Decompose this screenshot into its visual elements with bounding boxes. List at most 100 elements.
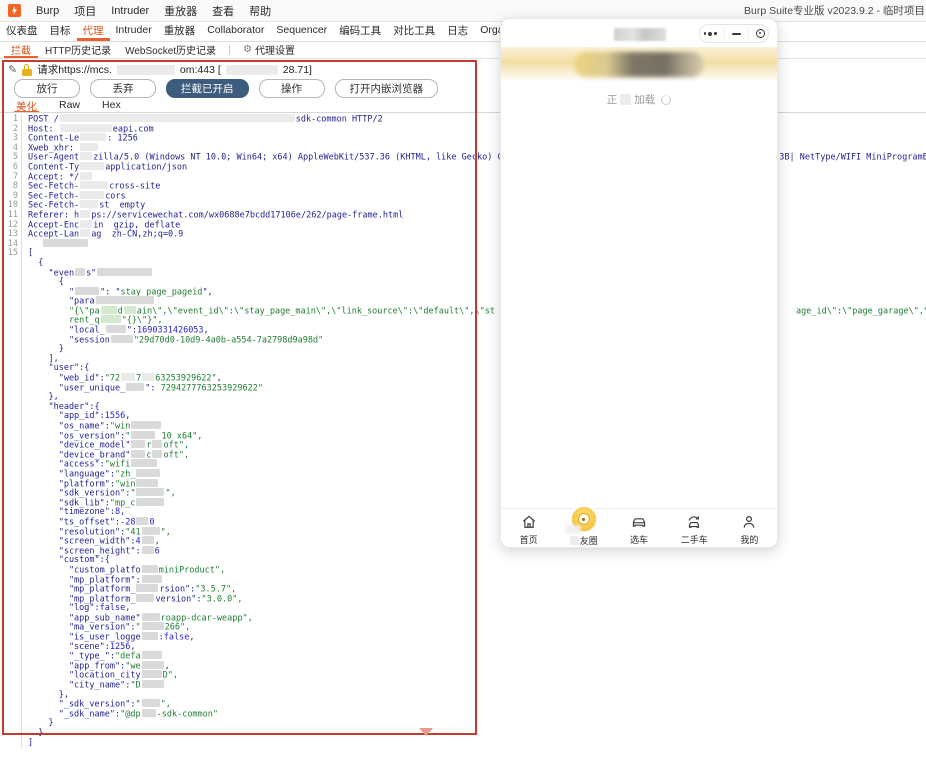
tab-hex[interactable]: Hex: [100, 99, 123, 113]
menu-project[interactable]: 项目: [74, 3, 96, 19]
code-segment: ,: [120, 507, 125, 517]
redaction: [142, 670, 162, 678]
redacted-title: [614, 28, 666, 41]
miniprogram-capsule: [699, 24, 769, 43]
code-segment: : 1256: [107, 134, 138, 144]
code-segment: "win: [110, 422, 130, 432]
redaction: [142, 373, 154, 381]
tab-logger[interactable]: 日志: [441, 22, 474, 41]
wtab-community[interactable]: 友圈: [556, 509, 611, 547]
minimize-icon[interactable]: [732, 33, 741, 35]
proxy-settings-label: 代理设置: [255, 42, 295, 57]
menu-burp[interactable]: Burp: [36, 5, 59, 17]
code-segment: }: [28, 728, 43, 738]
editor-line: 6Content-Tyapplication/json: [2, 163, 926, 173]
code-segment: -28: [120, 517, 135, 527]
redaction: [80, 181, 108, 189]
redaction: [106, 325, 126, 333]
editor-line: "screen_height":6: [2, 547, 926, 557]
code-segment: ": [130, 489, 135, 499]
wtab-home[interactable]: 首页: [501, 509, 556, 547]
line-number: [2, 355, 22, 365]
code-segment: "app_sub_name": [28, 613, 141, 623]
code-segment: ain\",\"event_id\":\"stay_page_main\",\"…: [137, 306, 495, 316]
menu-intruder[interactable]: Intruder: [111, 5, 149, 17]
action-button[interactable]: 操作: [259, 79, 325, 98]
line-number: [2, 288, 22, 298]
code-segment: POST /: [28, 115, 59, 125]
close-circle-icon[interactable]: [756, 29, 765, 38]
more-icon[interactable]: [704, 32, 717, 36]
menu-repeater[interactable]: 重放器: [164, 3, 197, 19]
line-number: [2, 662, 22, 672]
line-number: [2, 547, 22, 557]
code-segment: 6: [155, 546, 160, 556]
wtab-mine[interactable]: 我的: [722, 509, 777, 547]
tab-raw[interactable]: Raw: [57, 99, 82, 113]
code-segment: "3.0.0",: [202, 594, 243, 604]
wtab-choose-car[interactable]: 选车: [611, 509, 666, 547]
redaction: [136, 479, 158, 487]
code-text: [28, 240, 89, 250]
editor-line: ]: [2, 739, 926, 749]
code-segment: ,: [125, 603, 130, 613]
spinner-icon: [661, 95, 671, 105]
redaction: [226, 65, 278, 75]
miniprogram-tabbar: 首页 友圈 选车 二手车: [501, 508, 777, 547]
code-text: ]: [28, 739, 33, 749]
redaction: [101, 306, 117, 314]
editor-line: 2Host: eapi.com: [2, 125, 926, 135]
line-number: 6: [2, 163, 22, 173]
tab-target[interactable]: 目标: [44, 22, 77, 41]
tab-collaborator[interactable]: Collaborator: [201, 22, 270, 41]
tab-repeater[interactable]: 重放器: [158, 22, 202, 41]
code-segment: "defa: [115, 652, 141, 662]
code-segment: User-Agent: [28, 153, 79, 163]
tab-intruder[interactable]: Intruder: [110, 22, 158, 41]
divider: [229, 45, 230, 55]
code-segment: "custom":{: [28, 555, 110, 565]
loading-indicator: 正 加载: [501, 92, 777, 107]
menu-view[interactable]: 查看: [212, 3, 234, 19]
code-segment: ": [125, 431, 130, 441]
code-segment: in gzip, deflate: [93, 220, 180, 230]
code-segment: Accept: */: [28, 172, 79, 182]
menu-help[interactable]: 帮助: [249, 3, 271, 19]
code-segment: "_type_":: [28, 652, 115, 662]
forward-button[interactable]: 放行: [14, 79, 80, 98]
pencil-icon[interactable]: ✎: [8, 63, 17, 76]
redaction: [97, 268, 152, 276]
redaction: [131, 421, 161, 429]
line-number: [2, 480, 22, 490]
open-browser-button[interactable]: 打开内嵌浏览器: [335, 79, 439, 98]
tab-dashboard[interactable]: 仪表盘: [0, 22, 44, 41]
code-segment: "wifi: [105, 460, 131, 470]
person-icon: [740, 513, 758, 531]
redaction: [75, 287, 99, 295]
code-segment: st empty: [99, 201, 145, 211]
tab-proxy[interactable]: 代理: [77, 22, 110, 41]
subtab-proxy-settings[interactable]: ⚙ 代理设置: [236, 42, 302, 58]
wtab-used-car[interactable]: 二手车: [667, 509, 722, 547]
http-request-editor[interactable]: 1POST /sdk-common HTTP/22Host: eapi.com3…: [2, 113, 926, 759]
wechat-miniprogram-window: 正 加载 首页 友圈 选车: [500, 18, 778, 548]
request-info-bar: ✎ 请求https://mcs.om:443 [28.71]: [8, 62, 312, 77]
subtab-websocket-history[interactable]: WebSocket历史记录: [118, 42, 223, 58]
redaction: [136, 517, 148, 525]
drop-button[interactable]: 丢弃: [90, 79, 156, 98]
line-number: [2, 316, 22, 326]
tab-decoder[interactable]: 编码工具: [333, 22, 387, 41]
subtab-http-history[interactable]: HTTP历史记录: [38, 42, 118, 58]
code-segment: ",: [202, 287, 212, 297]
code-segment: rsion":: [159, 585, 195, 595]
tab-pretty[interactable]: 美化: [14, 99, 39, 113]
code-segment: "access":: [28, 460, 105, 470]
redaction: [142, 565, 158, 573]
code-text: "_sdk_name":"@dp-sdk-common": [28, 710, 218, 720]
tab-comparer[interactable]: 对比工具: [387, 22, 441, 41]
tab-sequencer[interactable]: Sequencer: [270, 22, 333, 41]
divider: [748, 28, 749, 39]
line-number: [2, 269, 22, 279]
intercept-toggle-button[interactable]: 拦截已开启: [166, 79, 249, 98]
subtab-intercept[interactable]: 拦截: [4, 42, 38, 58]
